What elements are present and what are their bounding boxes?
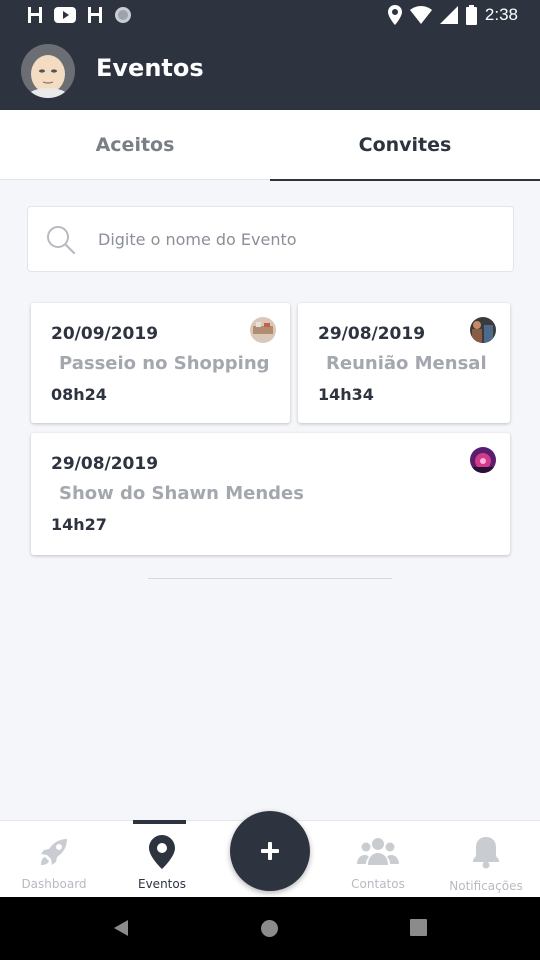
nav-label: Dashboard (21, 877, 87, 891)
rocket-icon (41, 839, 67, 865)
event-name: Passeio no Shopping (59, 353, 270, 374)
event-thumbnail (470, 447, 496, 473)
back-icon[interactable] (112, 919, 130, 937)
clock: 2:38 (484, 5, 518, 24)
event-image-icon (470, 447, 496, 473)
search-box (27, 206, 514, 272)
nav-item-contatos[interactable]: Contatos (324, 821, 432, 898)
youtube-icon (54, 7, 76, 23)
user-avatar-icon (21, 44, 75, 98)
event-card[interactable]: 29/08/2019 Reunião Mensal 14h34 (298, 303, 510, 423)
map-pin-icon (149, 835, 175, 869)
event-time: 14h34 (318, 385, 374, 404)
people-icon (357, 838, 399, 865)
event-image-icon (470, 317, 496, 343)
recents-icon[interactable] (410, 919, 427, 936)
system-navigation-bar (0, 897, 540, 960)
event-card[interactable]: 20/09/2019 Passeio no Shopping 08h24 (31, 303, 290, 423)
nav-item-notificacoes[interactable]: Notificações (432, 821, 540, 898)
event-date: 29/08/2019 (51, 454, 159, 474)
search-input[interactable] (98, 207, 498, 271)
event-date: 29/08/2019 (318, 324, 426, 344)
status-bar: 2:38 (0, 0, 540, 32)
event-name: Reunião Mensal (326, 353, 487, 374)
add-event-button[interactable] (230, 811, 310, 891)
event-image-icon (250, 317, 276, 343)
avatar[interactable] (21, 44, 75, 98)
nav-label: Contatos (351, 877, 405, 891)
signal-icon (439, 6, 458, 24)
nav-item-eventos[interactable]: Eventos (108, 821, 216, 898)
event-card[interactable]: 29/08/2019 Show do Shawn Mendes 14h27 (31, 433, 510, 555)
battery-icon (465, 5, 477, 25)
event-date: 20/09/2019 (51, 324, 159, 344)
sync-icon (115, 7, 131, 23)
event-time: 08h24 (51, 385, 107, 404)
tab-convites[interactable]: Convites (270, 110, 540, 181)
event-time: 14h27 (51, 515, 107, 534)
home-icon[interactable] (260, 919, 279, 938)
tab-aceitos[interactable]: Aceitos (0, 110, 270, 180)
event-thumbnail (470, 317, 496, 343)
app-header: Eventos (0, 32, 540, 110)
wifi-icon (409, 6, 432, 24)
bell-icon (473, 837, 499, 869)
nav-label: Eventos (138, 877, 186, 891)
search-icon (47, 226, 76, 255)
app-notification-icon (28, 7, 42, 23)
app-notification-icon (88, 7, 102, 23)
page-title: Eventos (96, 54, 204, 82)
plus-icon (261, 842, 279, 860)
tab-bar: Aceitos Convites (0, 110, 540, 181)
list-end-divider (148, 578, 392, 579)
location-icon (387, 5, 402, 25)
event-thumbnail (250, 317, 276, 343)
event-name: Show do Shawn Mendes (59, 483, 304, 504)
nav-item-dashboard[interactable]: Dashboard (0, 821, 108, 898)
nav-label: Notificações (449, 879, 523, 893)
